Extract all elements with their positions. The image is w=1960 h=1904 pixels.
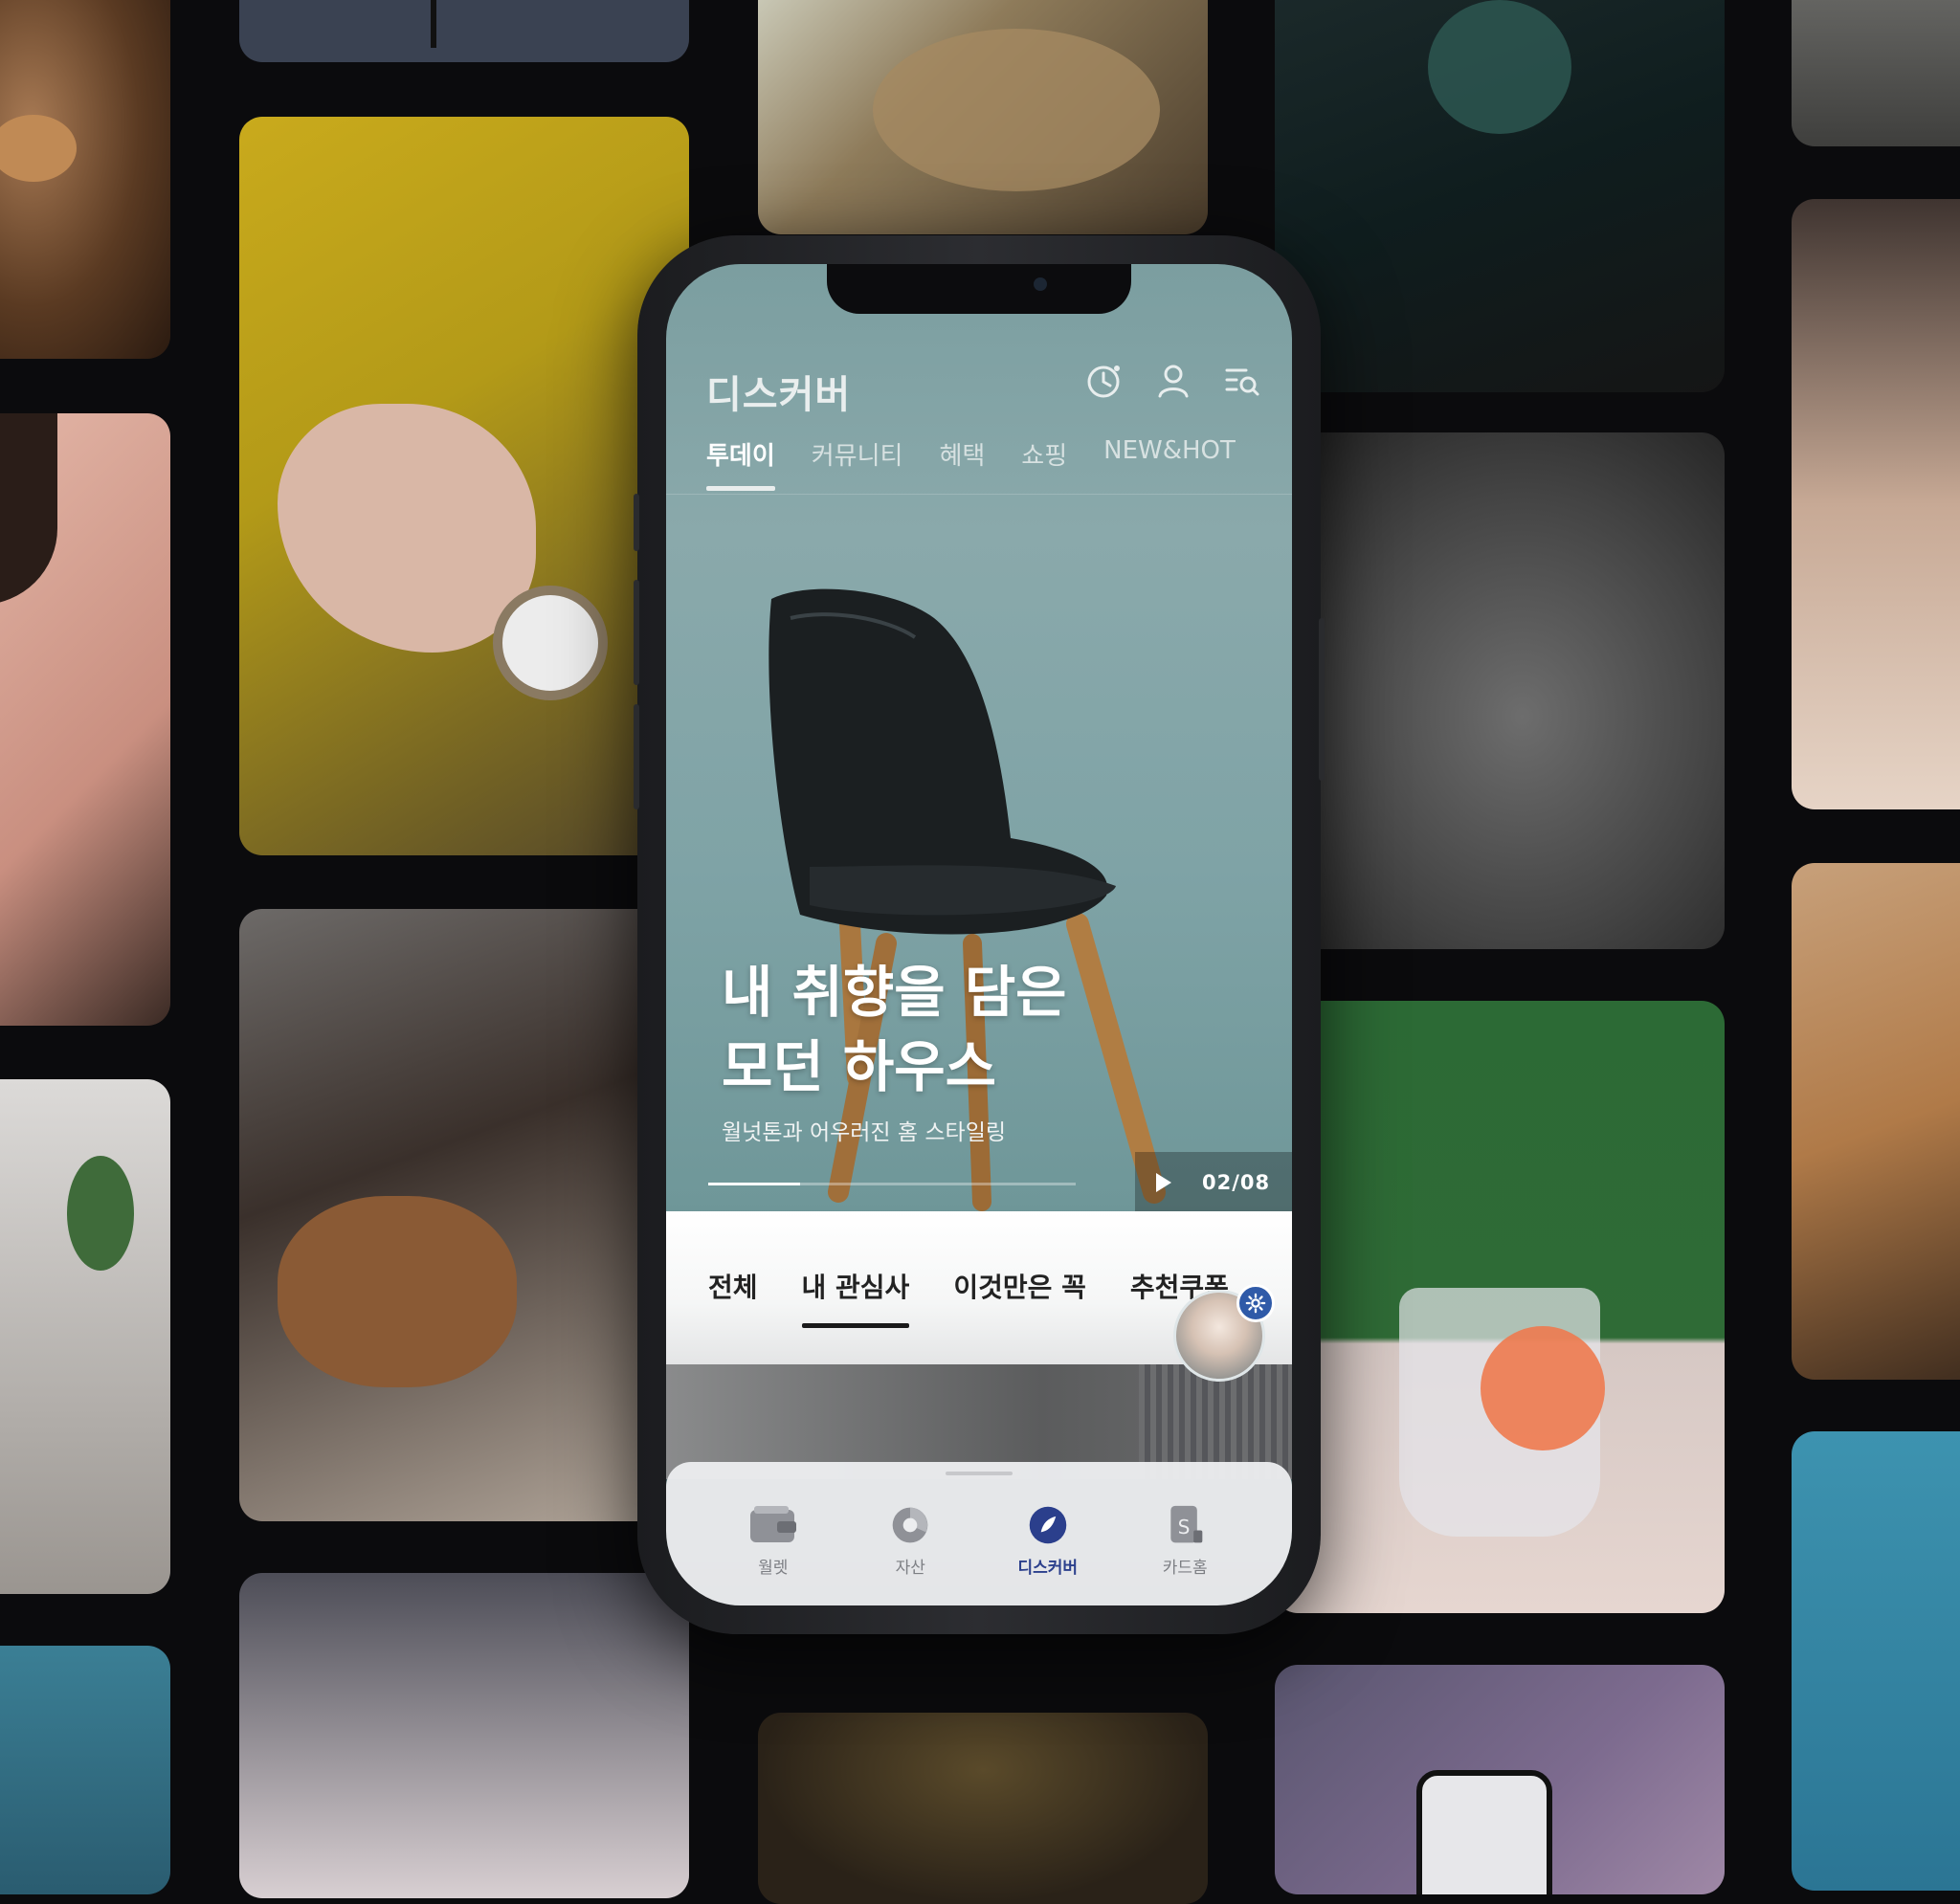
hero-title: 내 취향을 담은 모던 하우스: [722, 955, 1067, 1104]
background-tile-wood-table: [758, 0, 1208, 234]
nav-discover[interactable]: 디스커버: [1000, 1504, 1096, 1578]
svg-text:S: S: [1178, 1516, 1191, 1539]
background-tile-watch: [239, 117, 689, 855]
phone-volume-down: [634, 704, 639, 809]
nav-card-home-label: 카드홈: [1162, 1559, 1208, 1578]
settings-gear-icon[interactable]: [1236, 1284, 1275, 1322]
tab-today[interactable]: 투데이: [706, 436, 775, 491]
play-icon[interactable]: [1156, 1173, 1171, 1192]
hero-title-line-2: 모던 하우스: [722, 1034, 996, 1099]
background-tile-gold: [758, 1713, 1208, 1904]
subtab-my-interests[interactable]: 내 관심사: [801, 1267, 909, 1328]
slideshow-controls: 02/08: [1135, 1152, 1292, 1213]
tab-shopping[interactable]: 쇼핑: [1021, 436, 1067, 491]
background-tile-cat-paw: [1792, 199, 1960, 809]
clock-icon[interactable]: [1083, 360, 1125, 402]
phone-screen: 디스커버 투데이 커뮤니티 혜택 쇼핑 NEW&HOT 내 취향을 담은 모던 …: [666, 264, 1292, 1605]
phone-notch: [827, 264, 1131, 314]
background-tile-cat-blanket: [0, 0, 170, 359]
tabs-divider: [666, 494, 1292, 495]
sheet-grabber[interactable]: [946, 1472, 1013, 1475]
wallet-icon: [749, 1506, 796, 1542]
top-tabs: 투데이 커뮤니티 혜택 쇼핑 NEW&HOT: [706, 436, 1272, 491]
tab-benefits[interactable]: 혜택: [939, 436, 985, 491]
phone-power-button: [1319, 618, 1325, 781]
background-tile-hands: [239, 1573, 689, 1898]
nav-assets[interactable]: 자산: [862, 1504, 958, 1578]
background-tile-drink: [1275, 1001, 1725, 1613]
phone-mockup: 디스커버 투데이 커뮤니티 혜택 쇼핑 NEW&HOT 내 취향을 담은 모던 …: [634, 235, 1325, 1634]
nav-wallet-label: 월렛: [758, 1559, 789, 1578]
background-tile-portrait: [1275, 0, 1725, 392]
background-tile-phone-purple: [1275, 1665, 1725, 1894]
background-tile-stone: [1792, 0, 1960, 146]
hero-progress-bar: [708, 1183, 1076, 1185]
tab-community[interactable]: 커뮤니티: [812, 436, 903, 491]
background-tile-baby-bear: [239, 909, 689, 1521]
pie-chart-icon: [892, 1507, 928, 1543]
hero-subtitle: 월넛톤과 어우러진 홈 스타일링: [722, 1120, 1007, 1145]
header-actions: [1083, 360, 1263, 402]
profile-icon[interactable]: [1152, 360, 1194, 402]
background-tile-sky: [1792, 1431, 1960, 1891]
background-tile-cat: [1792, 863, 1960, 1380]
card-home-icon: S: [1170, 1505, 1203, 1543]
slide-counter: 02/08: [1202, 1171, 1271, 1194]
background-tile-texture: [1275, 432, 1725, 949]
phone-volume-up: [634, 580, 639, 685]
hero-progress-fill: [708, 1183, 800, 1185]
nav-card-home[interactable]: S 카드홈: [1137, 1504, 1233, 1578]
menu-search-icon[interactable]: [1221, 360, 1263, 402]
compass-icon: [1029, 1506, 1066, 1544]
background-tile-hair: [0, 413, 170, 1026]
page-title: 디스커버: [706, 373, 852, 417]
nav-discover-label: 디스커버: [1017, 1559, 1079, 1578]
phone-silent-switch: [634, 494, 639, 551]
background-tile-blue: [0, 1646, 170, 1894]
background-tile-slate: [239, 0, 689, 62]
bottom-navigation: 월렛 자산 디스커버 S 카드홈: [666, 1462, 1292, 1605]
background-tile-bedroom-plant: [0, 1079, 170, 1594]
hero-title-line-1: 내 취향을 담은: [722, 960, 1067, 1025]
nav-wallet[interactable]: 월렛: [725, 1504, 821, 1578]
subtab-all[interactable]: 전체: [708, 1267, 758, 1328]
subtab-must-have[interactable]: 이것만은 꼭: [953, 1267, 1086, 1328]
front-camera: [1034, 277, 1047, 291]
nav-assets-label: 자산: [895, 1559, 925, 1578]
tab-new-hot[interactable]: NEW&HOT: [1103, 436, 1236, 491]
